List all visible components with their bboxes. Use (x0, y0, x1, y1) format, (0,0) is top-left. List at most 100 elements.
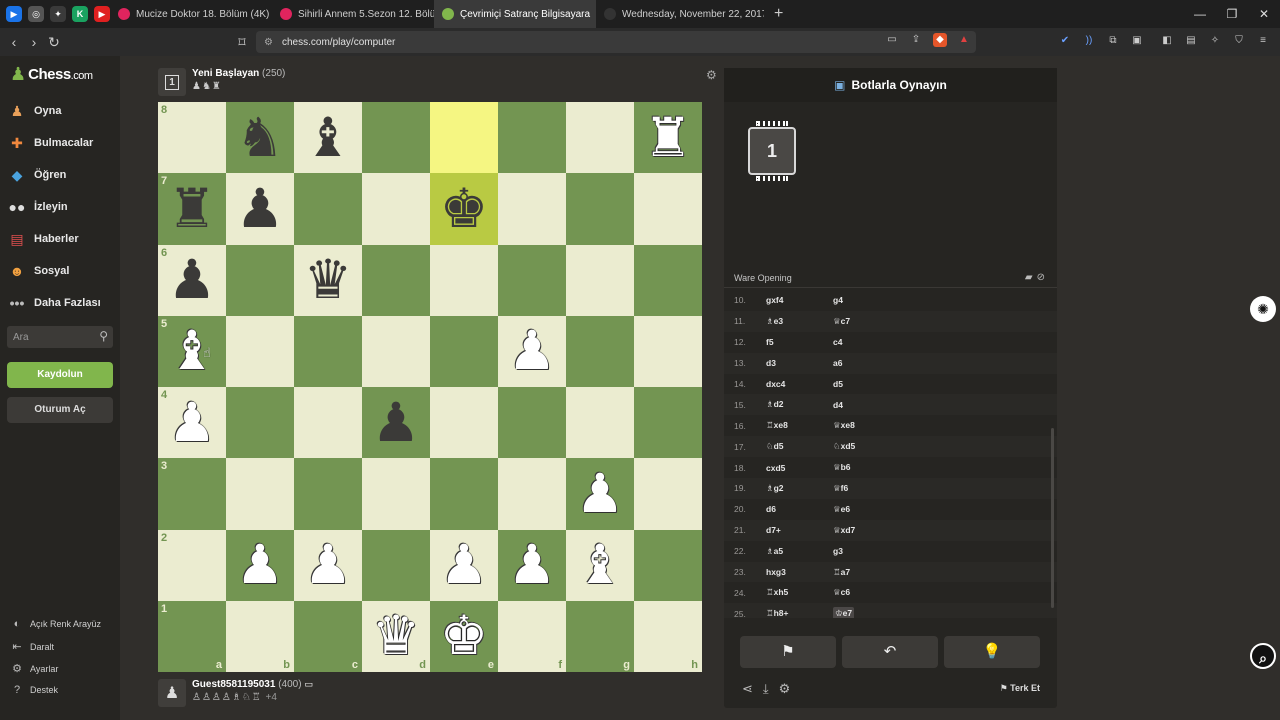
square-g1[interactable]: g (566, 600, 634, 672)
white-move[interactable]: d7+ (766, 525, 833, 535)
explorer-icon[interactable]: ⊘ (1037, 272, 1049, 283)
white-move[interactable]: cxd5 (766, 463, 833, 473)
reload-icon[interactable]: ↻ (44, 34, 64, 51)
square-h6[interactable] (634, 244, 702, 316)
square-c4[interactable] (294, 387, 362, 459)
move-list[interactable]: 10. gxf4 g4 11. ♗e3 ♕c7 12. f5 c4 13. d3 a6 14. dxc4 d… (724, 290, 1057, 618)
white-move[interactable]: ♗d2 (766, 399, 833, 410)
book-icon[interactable]: ▰ (1025, 272, 1037, 283)
square-d3[interactable] (362, 458, 430, 530)
square-g8[interactable] (566, 102, 634, 174)
black-pawn-piece[interactable]: ♟ (168, 253, 216, 307)
search-input[interactable]: Ara ⚲ (7, 326, 113, 348)
square-f7[interactable] (498, 173, 566, 245)
square-b2[interactable]: ♟ (226, 529, 294, 601)
square-d7[interactable] (362, 173, 430, 245)
black-pawn-piece[interactable]: ♟ (372, 395, 420, 450)
nav-watch[interactable]: ●● İzleyin (8, 198, 68, 216)
square-e8[interactable] (430, 102, 498, 174)
black-move[interactable]: d5 (833, 379, 900, 389)
white-move[interactable]: dxc4 (766, 379, 833, 389)
square-d4[interactable]: ♟ (362, 387, 430, 459)
black-move[interactable]: ♘xd5 (833, 441, 900, 452)
square-a2[interactable]: 2 (158, 529, 226, 601)
forward-icon[interactable]: › (24, 34, 44, 50)
white-pawn-piece[interactable]: ♟ (168, 395, 216, 450)
white-move[interactable]: ♗g2 (766, 483, 833, 494)
white-move[interactable]: ♖h8+ (766, 608, 833, 618)
black-move[interactable]: g3 (833, 546, 900, 556)
square-e5[interactable] (430, 315, 498, 387)
square-b1[interactable]: b (226, 600, 294, 672)
collapse-button[interactable]: ⇤ Daralt (10, 640, 54, 653)
white-pawn-piece[interactable]: ♟ (440, 538, 488, 592)
square-g4[interactable] (566, 387, 634, 459)
white-rook-piece[interactable]: ♜ (644, 110, 692, 165)
square-g3[interactable]: ♟ (566, 458, 634, 530)
square-b7[interactable]: ♟ (226, 173, 294, 245)
bookmark-icon[interactable]: ⌑ (232, 34, 252, 51)
square-e6[interactable] (430, 244, 498, 316)
url-field[interactable]: ⚙ chess.com/play/computer (256, 31, 976, 53)
square-e7[interactable]: ♚ (430, 173, 498, 245)
black-move[interactable]: ♕f6 (833, 483, 900, 494)
square-c5[interactable] (294, 315, 362, 387)
white-bishop-piece[interactable]: ♝ (576, 538, 624, 592)
flag-button[interactable]: ⚑ (740, 636, 836, 668)
square-b8[interactable]: ♞ (226, 102, 294, 174)
square-g7[interactable] (566, 173, 634, 245)
square-a7[interactable]: 7 ♜ (158, 173, 226, 245)
white-move[interactable]: ♘d5 (766, 441, 833, 452)
black-move[interactable]: ♕xe8 (833, 420, 900, 431)
square-b3[interactable] (226, 458, 294, 530)
close-window-icon[interactable]: ✕ (1248, 0, 1280, 28)
signup-button[interactable]: Kaydolun (7, 362, 113, 388)
zoom-icon[interactable]: ⌕ (1250, 643, 1276, 669)
square-c8[interactable]: ♝ (294, 102, 362, 174)
assistant-icon[interactable]: ✺ (1250, 296, 1276, 322)
white-move[interactable]: ♖xh5 (766, 587, 833, 598)
light-theme-toggle[interactable]: ◐ Açık Renk Arayüz (10, 618, 101, 630)
square-g2[interactable]: ♝ (566, 529, 634, 601)
square-f1[interactable]: f (498, 600, 566, 672)
pinned-tab-icon[interactable]: ✦ (50, 6, 66, 22)
black-rook-piece[interactable]: ♜ (168, 181, 216, 236)
browser-tab[interactable]: Mucize Doktor 18. Bölüm (4K) - YouT (110, 0, 272, 28)
square-a5[interactable]: 5 ♝ (158, 315, 226, 387)
square-h8[interactable]: ♜ (634, 102, 702, 174)
white-queen-piece[interactable]: ♛ (372, 609, 420, 663)
square-f6[interactable] (498, 244, 566, 316)
extension-icon[interactable]: ✔ (1058, 34, 1072, 48)
move-list-scrollbar[interactable] (1051, 428, 1054, 608)
share-icon[interactable]: ⇪ (909, 33, 923, 47)
login-button[interactable]: Oturum Aç (7, 397, 113, 423)
square-e2[interactable]: ♟ (430, 529, 498, 601)
back-icon[interactable]: ‹ (4, 34, 24, 50)
square-h3[interactable] (634, 458, 702, 530)
white-pawn-piece[interactable]: ♟ (236, 538, 284, 592)
square-h7[interactable] (634, 173, 702, 245)
bot-card[interactable]: 1 (740, 118, 804, 184)
square-a4[interactable]: 4 ♟ (158, 387, 226, 459)
square-h4[interactable] (634, 387, 702, 459)
square-c6[interactable]: ♛ (294, 244, 362, 316)
white-move[interactable]: hxg3 (766, 567, 833, 577)
black-pawn-piece[interactable]: ♟ (236, 181, 284, 236)
board-settings-icon[interactable]: ⚙ (706, 68, 717, 82)
square-c3[interactable] (294, 458, 362, 530)
new-tab-button[interactable]: + (764, 5, 793, 23)
black-move[interactable]: ♕b6 (833, 462, 900, 473)
black-move[interactable]: ♕c7 (833, 316, 900, 327)
square-c2[interactable]: ♟ (294, 529, 362, 601)
square-e1[interactable]: e ♚ (430, 600, 498, 672)
black-move[interactable]: ♕xd7 (833, 525, 900, 536)
black-move[interactable]: ♖a7 (833, 567, 900, 578)
black-move[interactable]: ♔e7 (833, 607, 855, 618)
support-button[interactable]: ? Destek (10, 684, 58, 696)
extension-icon[interactable]: ▣ (1130, 34, 1144, 48)
white-move[interactable]: gxf4 (766, 295, 833, 305)
square-c7[interactable] (294, 173, 362, 245)
nav-news[interactable]: ▤ Haberler (8, 230, 78, 248)
nav-learn[interactable]: ◆ Öğren (8, 166, 67, 184)
vpn-icon[interactable]: ⛉ (1232, 34, 1246, 48)
